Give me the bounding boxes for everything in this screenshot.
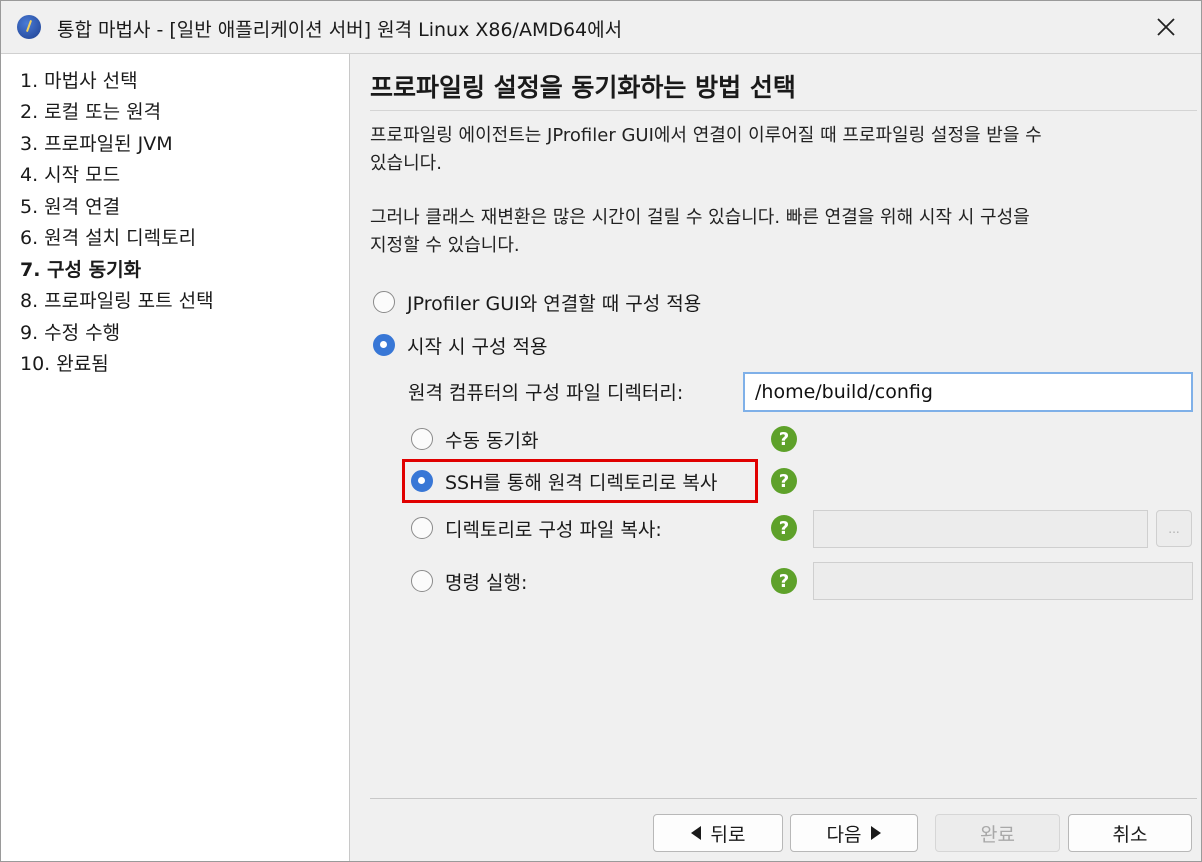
radio-apply-on-connect[interactable] xyxy=(373,291,395,313)
step-5: 5. 원격 연결 xyxy=(20,196,121,218)
description-line-1: 프로파일링 에이전트는 JProfiler GUI에서 연결이 이루어질 때 프… xyxy=(370,125,1042,146)
back-arrow-icon xyxy=(690,826,701,840)
heading-divider xyxy=(370,110,1197,111)
finish-button-label: 완료 xyxy=(980,823,1015,846)
page-title: 프로파일링 설정을 동기화하는 방법 선택 xyxy=(370,73,796,102)
radio-run-command-label[interactable]: 명령 실행: xyxy=(445,568,527,595)
config-dir-label: 원격 컴퓨터의 구성 파일 디렉터리: xyxy=(408,382,684,404)
main-panel: 프로파일링 설정을 동기화하는 방법 선택 프로파일링 에이전트는 JProfi… xyxy=(351,54,1201,861)
footer-divider xyxy=(370,798,1197,799)
copy-dir-input xyxy=(813,510,1148,548)
step-4: 4. 시작 모드 xyxy=(20,164,121,186)
help-icon[interactable]: ? xyxy=(771,426,797,452)
radio-ssh-copy[interactable] xyxy=(411,470,433,492)
jprofiler-icon xyxy=(17,15,41,39)
step-1: 1. 마법사 선택 xyxy=(20,70,138,92)
radio-apply-on-startup[interactable] xyxy=(373,334,395,356)
next-button-label: 다음 xyxy=(826,823,862,846)
close-button[interactable] xyxy=(1131,1,1201,53)
config-dir-input[interactable] xyxy=(743,372,1193,412)
title-bar: 통합 마법사 - [일반 애플리케이션 서버] 원격 Linux X86/AMD… xyxy=(1,1,1201,54)
cancel-button-label: 취소 xyxy=(1112,823,1148,846)
finish-button: 완료 xyxy=(935,814,1060,852)
next-arrow-icon xyxy=(871,826,882,840)
description-line-4: 지정할 수 있습니다. xyxy=(370,235,520,256)
radio-manual-sync-label[interactable]: 수동 동기화 xyxy=(445,426,538,453)
step-8: 8. 프로파일링 포트 선택 xyxy=(20,290,214,312)
radio-apply-on-startup-label[interactable]: 시작 시 구성 적용 xyxy=(407,332,547,359)
help-icon[interactable]: ? xyxy=(771,468,797,494)
step-6: 6. 원격 설치 디렉토리 xyxy=(20,227,197,249)
step-10: 10. 완료됨 xyxy=(20,353,109,375)
radio-copy-to-dir-label[interactable]: 디렉토리로 구성 파일 복사: xyxy=(445,515,662,542)
cancel-button[interactable]: 취소 xyxy=(1068,814,1192,852)
close-icon xyxy=(1157,18,1175,36)
radio-ssh-copy-label[interactable]: SSH를 통해 원격 디렉토리로 복사 xyxy=(445,468,717,495)
step-2: 2. 로컬 또는 원격 xyxy=(20,101,162,123)
steps-sidebar: 1. 마법사 선택 2. 로컬 또는 원격 3. 프로파일된 JVM 4. 시작… xyxy=(1,54,350,861)
next-button[interactable]: 다음 xyxy=(790,814,918,852)
radio-run-command[interactable] xyxy=(411,570,433,592)
window-title: 통합 마법사 - [일반 애플리케이션 서버] 원격 Linux X86/AMD… xyxy=(57,19,623,41)
browse-button: ... xyxy=(1156,510,1192,547)
radio-manual-sync[interactable] xyxy=(411,428,433,450)
back-button-label: 뒤로 xyxy=(710,823,746,846)
help-icon[interactable]: ? xyxy=(771,568,797,594)
radio-apply-on-connect-label[interactable]: JProfiler GUI와 연결할 때 구성 적용 xyxy=(407,289,701,316)
step-7-current: 7. 구성 동기화 xyxy=(20,259,142,281)
back-button[interactable]: 뒤로 xyxy=(653,814,783,852)
help-icon[interactable]: ? xyxy=(771,515,797,541)
step-9: 9. 수정 수행 xyxy=(20,322,121,344)
description-line-3: 그러나 클래스 재변환은 많은 시간이 걸릴 수 있습니다. 빠른 연결을 위해… xyxy=(370,207,1030,228)
step-3: 3. 프로파일된 JVM xyxy=(20,133,173,155)
description-line-2: 있습니다. xyxy=(370,153,442,174)
wizard-window: 통합 마법사 - [일반 애플리케이션 서버] 원격 Linux X86/AMD… xyxy=(0,0,1202,862)
command-input xyxy=(813,562,1193,600)
radio-copy-to-dir[interactable] xyxy=(411,517,433,539)
